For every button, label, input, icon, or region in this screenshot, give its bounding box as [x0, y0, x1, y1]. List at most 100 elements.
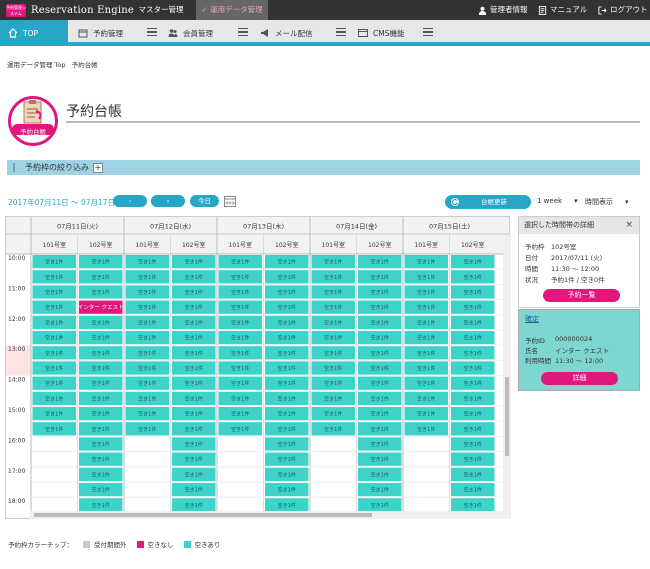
slot-label: 空き1件 [231, 274, 249, 281]
mail-menu-icon[interactable] [336, 25, 346, 39]
close-icon[interactable]: × [625, 217, 633, 234]
tab-operation-data-label: 運用データ管理 [210, 5, 263, 14]
page-icon: 予約台帳 [8, 96, 58, 146]
refresh-ledger-button[interactable]: 台帳更新 [445, 195, 531, 209]
today-button[interactable]: 今日 [190, 195, 219, 207]
slot-label: 空き1件 [138, 335, 156, 342]
refresh-icon [451, 198, 459, 206]
detail-key: 時間 [525, 265, 538, 273]
logout-label: ログアウト [610, 5, 648, 14]
slot-label: 空き1件 [417, 365, 435, 372]
nav-item-top[interactable]: TOP [0, 20, 68, 46]
window-icon [358, 29, 368, 37]
breadcrumb-operation-top[interactable]: 運用データ管理 Top [7, 61, 66, 69]
filter-label: 予約枠の絞り込み [25, 163, 89, 172]
slot-label: 空き1件 [231, 259, 249, 266]
slot-label: 空き1件 [45, 411, 63, 418]
slot-label: 空き1件 [278, 274, 296, 281]
booking-key: 氏名 [525, 347, 538, 355]
slot-label: 空き1件 [417, 395, 435, 402]
admin-info-link[interactable]: 管理者情報 [478, 0, 528, 20]
slot-label: 空き1件 [92, 502, 110, 509]
slot-label: 空き1件 [138, 289, 156, 296]
nav-item-members[interactable]: 会員管理 [160, 20, 235, 46]
vertical-scrollbar-thumb[interactable] [505, 377, 509, 456]
room-header: 101号室 [415, 241, 438, 249]
next-week-button[interactable]: › [151, 195, 185, 207]
detail-value: 11:30 ～ 12:00 [551, 265, 600, 273]
slot-label: 空き1件 [185, 411, 203, 418]
slot-label: 空き1件 [92, 289, 110, 296]
nav-item-reservations[interactable]: 予約管理 [70, 20, 145, 46]
slot-label: 空き1件 [278, 319, 296, 326]
vertical-scrollbar[interactable] [503, 236, 511, 519]
prev-week-button[interactable]: ‹ [113, 195, 147, 207]
slot-label: 空き1件 [45, 350, 63, 357]
tab-operation-data[interactable]: ✓ 運用データ管理 [196, 0, 268, 20]
nav-item-cms[interactable]: CMS機能 [350, 20, 418, 46]
slot-label: 空き1件 [138, 350, 156, 357]
detail-value: 102号室 [551, 243, 577, 251]
logo[interactable]: 予約管理システム Reservation Engine [6, 2, 134, 18]
slot-label: 空き1件 [92, 365, 110, 372]
display-select[interactable]: 時間表示 ▾ [585, 197, 629, 207]
slot-label: 空き1件 [464, 365, 482, 372]
slot-label: 空き1件 [278, 441, 296, 448]
slot-label: 空き1件 [324, 335, 342, 342]
slot-label: 空き1件 [278, 487, 296, 494]
slot-label: 空き1件 [324, 426, 342, 433]
cms-menu-icon[interactable] [423, 25, 433, 39]
reservation-list-button[interactable]: 予約一覧 [543, 289, 620, 302]
slot-detail-header: 選択した時間帯の詳細 × [519, 217, 639, 234]
nav-item-mail[interactable]: メール配信 [252, 20, 334, 46]
slot-label: 空き1件 [45, 289, 63, 296]
booking-status-link[interactable]: 確定 [525, 314, 539, 324]
slot-label: 空き1件 [138, 274, 156, 281]
slot-label: 空き1件 [464, 380, 482, 387]
slot-label: 空き1件 [185, 274, 203, 281]
slot-label: 空き1件 [371, 319, 389, 326]
booking-detail-button[interactable]: 詳細 [541, 372, 618, 385]
slot-label: 空き1件 [185, 426, 203, 433]
tab-master-management[interactable]: マスター管理 [128, 0, 194, 20]
horizontal-scrollbar[interactable] [30, 511, 510, 519]
reservations-menu-icon[interactable] [147, 25, 157, 39]
booking-row: 利用時間 11:30 ～ 12:00 [525, 355, 603, 365]
legend-swatch-out-of-period [83, 540, 90, 548]
slot-label: 空き1件 [45, 274, 63, 281]
slot-label: 空き1件 [138, 259, 156, 266]
slot-label: 空き1件 [185, 350, 203, 357]
room-header: 102号室 [182, 241, 205, 249]
slot-label: 空き1件 [417, 426, 435, 433]
members-menu-icon[interactable] [238, 25, 248, 39]
horizontal-scrollbar-thumb[interactable] [34, 513, 372, 517]
nav-item-cms-label: CMS機能 [373, 28, 405, 38]
slot-label: 空き1件 [278, 395, 296, 402]
filter-expand-button[interactable]: + [93, 162, 103, 173]
slot-label: 空き1件 [45, 365, 63, 372]
slot-label: 空き1件 [371, 289, 389, 296]
room-header: 102号室 [368, 241, 391, 249]
megaphone-icon [261, 29, 268, 37]
slot-label: 空き1件 [278, 259, 296, 266]
slot-label: 空き1件 [464, 487, 482, 494]
nav-item-mail-label: メール配信 [275, 28, 313, 38]
slot-label: 空き1件 [464, 304, 482, 311]
slot-label: 空き1件 [324, 395, 342, 402]
slot-label: 空き1件 [138, 395, 156, 402]
slot-label: 空き1件 [45, 304, 63, 311]
breadcrumb: 運用データ管理 Top 予約台帳 [7, 59, 102, 69]
slot-label: 空き1件 [138, 411, 156, 418]
refresh-ledger-label: 台帳更新 [481, 198, 507, 206]
slot-detail-title: 選択した時間帯の詳細 [524, 221, 594, 229]
calendar-picker-icon[interactable] [224, 195, 236, 207]
manual-link[interactable]: マニュアル [538, 0, 587, 20]
slot-label: 空き1件 [231, 304, 249, 311]
main-nav: TOP 予約管理 会員管理 メール配信 CMS機能 [0, 20, 650, 46]
slot-label: 空き1件 [185, 380, 203, 387]
logout-link[interactable]: ログアウト [598, 0, 648, 20]
slot-label: 空き1件 [417, 259, 435, 266]
week-select[interactable]: 1 week ▾ [537, 197, 578, 205]
slot-label: 空き1件 [278, 304, 296, 311]
slot-label: 空き1件 [185, 304, 203, 311]
